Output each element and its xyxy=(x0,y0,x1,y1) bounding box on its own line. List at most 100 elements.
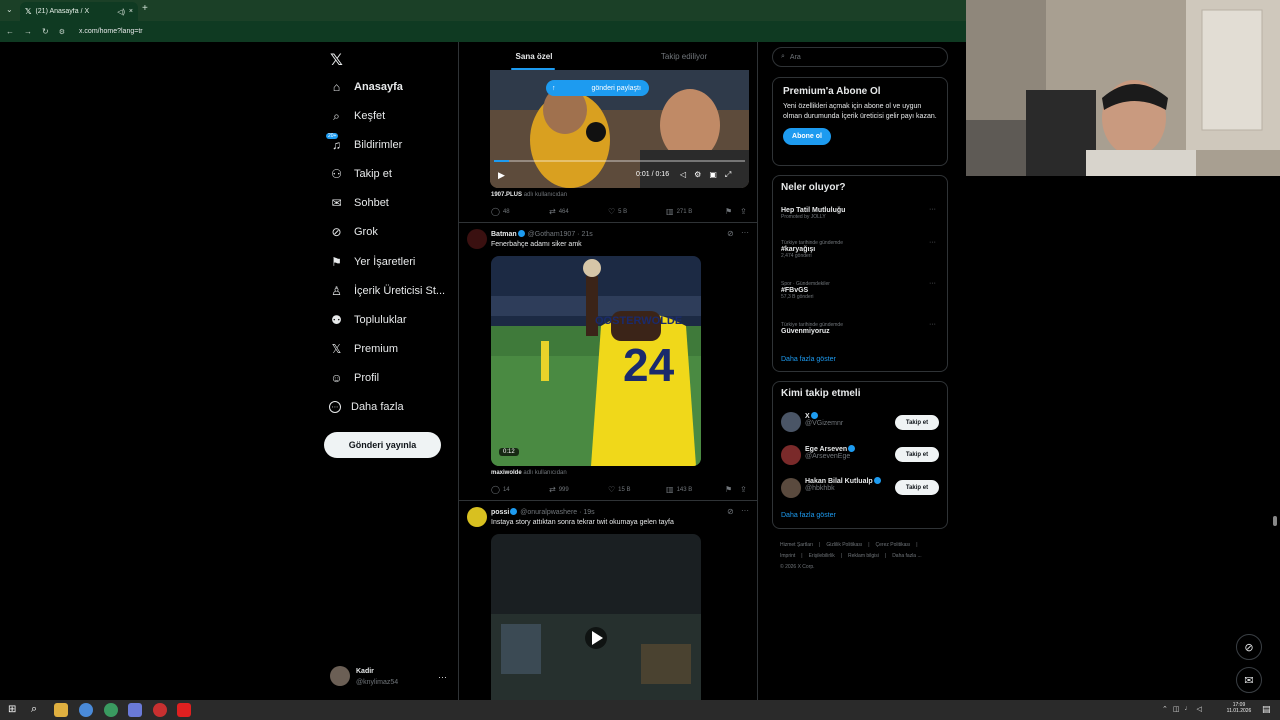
nav-notifications[interactable]: ♫ 20+ Bildirimler xyxy=(326,132,402,155)
video-progress[interactable] xyxy=(494,160,745,162)
pip-icon[interactable]: ▣ xyxy=(709,170,717,180)
grok-explain-icon[interactable]: ⊘ xyxy=(727,229,734,238)
trend-item[interactable]: Spor · Gündemdekiler #FBvGS 57,3 B gönde… xyxy=(781,281,941,300)
follow-button[interactable]: Takip et xyxy=(895,480,939,495)
trend-more-icon[interactable]: ··· xyxy=(929,206,936,213)
views-button[interactable]: ▥ 271 B xyxy=(666,207,692,216)
nav-creator-studio[interactable]: ♙ İçerik Üreticisi St... xyxy=(329,281,445,301)
avatar[interactable] xyxy=(467,229,487,249)
trend-more-icon[interactable]: ··· xyxy=(929,321,936,328)
avatar[interactable] xyxy=(467,507,487,527)
trend-more-icon[interactable]: ··· xyxy=(929,280,936,287)
video-player[interactable]: ↑ gönderi paylaştı ▶ 0:01 / 0:16 ◁ ⚙ ▣ ⤢ xyxy=(490,70,749,188)
system-tray[interactable]: ⌃ ◫ ♩ ◁ xyxy=(1162,705,1202,713)
notification-icon[interactable]: ▤ xyxy=(1262,704,1271,715)
trends-show-more[interactable]: Daha fazla göster xyxy=(781,356,836,363)
tweet-time[interactable]: · 19s xyxy=(579,509,595,516)
share-button[interactable]: ⇪ xyxy=(740,207,747,216)
tab-close-icon[interactable]: × xyxy=(129,8,133,15)
footer-link[interactable]: Gizlilik Politikası xyxy=(826,540,862,551)
trend-item[interactable]: Hep Tatil Mutluluğu Promoted by JOLLY xyxy=(781,207,941,220)
nav-communities[interactable]: ⚉ Topluluklar xyxy=(329,310,406,330)
volume-icon[interactable]: ◁ xyxy=(680,170,686,180)
tweet-author[interactable]: possi xyxy=(491,509,509,516)
windows-start-icon[interactable]: ⊞ xyxy=(8,704,16,715)
reply-button[interactable]: ◯ 48 xyxy=(491,207,510,216)
footer-link[interactable]: Imprint xyxy=(780,551,795,562)
fullscreen-icon[interactable]: ⤢ xyxy=(725,170,731,180)
trend-item[interactable]: Türkiye tarihinde gündemde #karyağışı 2,… xyxy=(781,240,941,259)
app-icon[interactable] xyxy=(128,703,142,717)
nav-premium[interactable]: 𝕏 Premium xyxy=(329,339,398,359)
new-tab-button[interactable]: + xyxy=(142,3,148,14)
bookmark-button[interactable]: ⚑ xyxy=(725,485,732,494)
tweet-video[interactable] xyxy=(491,534,701,700)
footer-link[interactable]: Hizmet Şartları xyxy=(780,540,813,551)
x-logo-icon[interactable]: 𝕏 xyxy=(330,50,343,70)
follow-show-more[interactable]: Daha fazla göster xyxy=(781,512,836,519)
chrome-icon[interactable] xyxy=(104,703,118,717)
trend-item[interactable]: Türkiye tarihinde gündemde Güvenmiyoruz xyxy=(781,322,941,335)
volume-icon[interactable]: ◁ xyxy=(1197,705,1202,713)
play-icon[interactable]: ▶ xyxy=(498,170,505,181)
grok-explain-icon[interactable]: ⊘ xyxy=(727,507,734,516)
like-button[interactable]: ♡ 15 B xyxy=(608,485,631,494)
footer-link[interactable]: Reklam bilgisi xyxy=(848,551,879,562)
source-user[interactable]: maxiwolde xyxy=(491,470,522,476)
tweet-handle[interactable]: @onuralpwashere xyxy=(520,509,577,516)
subscribe-button[interactable]: Abone ol xyxy=(783,128,831,145)
forward-arrow-icon[interactable]: → xyxy=(24,27,32,36)
grok-float-icon[interactable]: ⊘ xyxy=(1236,634,1262,660)
tweet-handle[interactable]: @Gotham1907 xyxy=(528,231,576,238)
nav-chat[interactable]: ✉ Sohbet xyxy=(329,193,388,213)
trend-more-icon[interactable]: ··· xyxy=(929,239,936,246)
nav-profile[interactable]: ☺ Profil xyxy=(329,368,379,388)
nav-explore[interactable]: ⌕ Keşfet xyxy=(329,106,385,126)
nav-follow[interactable]: ⚇ Takip et xyxy=(329,164,392,184)
search-icon[interactable]: ⌕ xyxy=(31,703,37,716)
account-more-icon[interactable]: ··· xyxy=(438,672,447,682)
tab-for-you[interactable]: Sana özel xyxy=(459,42,609,70)
tweet-time[interactable]: · 21s xyxy=(577,231,593,238)
follow-user[interactable]: X @VGizemnr xyxy=(805,412,843,427)
follow-button[interactable]: Takip et xyxy=(895,447,939,462)
browser-tab[interactable]: 𝕏 (21) Anasayfa / X ◁) × xyxy=(20,2,138,21)
bookmark-button[interactable]: ⚑ xyxy=(725,207,732,216)
source-user[interactable]: 1907.PLUS xyxy=(491,192,522,198)
clock[interactable]: 17:09 11.01.2026 xyxy=(1222,702,1256,714)
avatar[interactable] xyxy=(781,478,801,498)
follow-button[interactable]: Takip et xyxy=(895,415,939,430)
nav-home[interactable]: ⌂ Anasayfa xyxy=(329,77,403,97)
settings-icon[interactable]: ⚙ xyxy=(694,170,701,180)
follow-user[interactable]: Ege Arseven @ArsevenEge xyxy=(805,445,856,460)
reload-icon[interactable]: ↻ xyxy=(42,27,49,36)
network-icon[interactable]: ◫ xyxy=(1173,705,1180,713)
nav-grok[interactable]: ⊘ Grok xyxy=(329,222,377,242)
avatar[interactable] xyxy=(781,412,801,432)
url-field[interactable]: x.com/home?lang=tr xyxy=(79,28,143,35)
nav-more[interactable]: ⋯ Daha fazla xyxy=(329,397,404,417)
share-button[interactable]: ⇪ xyxy=(740,485,747,494)
post-button[interactable]: Gönderi yayınla xyxy=(324,432,441,458)
messages-float-icon[interactable]: ✉ xyxy=(1236,667,1262,693)
tweet-video[interactable]: OOSTERWOLDE 24 0:12 xyxy=(491,256,701,466)
page-scrollbar[interactable] xyxy=(1273,516,1277,526)
follow-user[interactable]: Hakan Bilal Kutlualp @hbkhbk xyxy=(805,477,882,492)
tab-following[interactable]: Takip ediliyor xyxy=(609,42,757,70)
mic-icon[interactable]: ♩ xyxy=(1185,705,1192,713)
tab-list-chevron-icon[interactable]: ⌄ xyxy=(6,5,13,14)
tweet-author[interactable]: Batman xyxy=(491,231,517,238)
tweet-more-icon[interactable]: ··· xyxy=(741,228,749,237)
views-button[interactable]: ▥ 143 B xyxy=(666,485,692,494)
search-input[interactable]: ⌕ Ara xyxy=(772,47,948,67)
new-posts-pill[interactable]: ↑ gönderi paylaştı xyxy=(546,80,649,96)
app-icon[interactable] xyxy=(177,703,191,717)
reply-button[interactable]: ◯ 14 xyxy=(491,485,510,494)
app-icon[interactable] xyxy=(153,703,167,717)
retweet-button[interactable]: ⇄ 999 xyxy=(549,485,569,494)
file-explorer-icon[interactable] xyxy=(54,703,68,717)
speaker-icon[interactable]: ◁) xyxy=(117,8,125,16)
chevron-up-icon[interactable]: ⌃ xyxy=(1162,705,1168,713)
browser-icon[interactable] xyxy=(79,703,93,717)
footer-link[interactable]: Erişilebilirlik xyxy=(809,551,835,562)
